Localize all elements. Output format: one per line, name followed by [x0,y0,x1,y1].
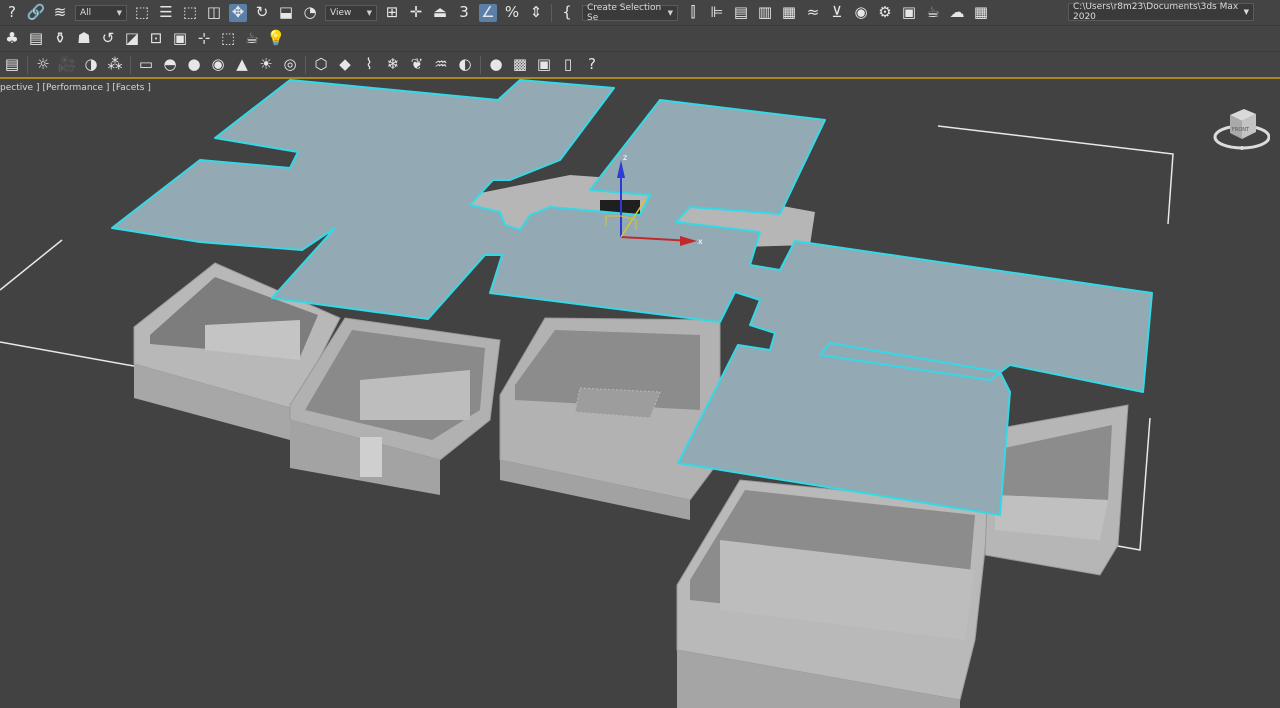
pivot-point-center-icon[interactable]: ⊞ [383,4,401,22]
render-production-icon[interactable]: ☕ [924,4,942,22]
teapot-icon[interactable]: ☕ [243,30,261,48]
rendered-frame-window-icon[interactable]: ▣ [900,4,918,22]
project-folder-field[interactable]: C:\Users\r8m23\Documents\3ds Max 2020 ▼ [1068,2,1254,22]
hair-icon[interactable]: ♒ [432,56,450,74]
decal-icon[interactable]: ◆ [336,56,354,74]
selection-filter-dropdown[interactable]: All ▼ [75,4,127,21]
viewcube-face-label: FRONT [1232,127,1250,133]
bin-icon[interactable]: ⚱ [51,30,69,48]
secondary-toolbar: ♣ ▤ ⚱ ☗ ↺ ◪ ⊡ ▣ ⊹ ⬚ ☕ 💡 [0,25,1280,51]
select-and-scale-icon[interactable]: ⬓ [277,4,295,22]
toolbar-separator [480,55,481,74]
volume-icon[interactable]: ❄ [384,56,402,74]
viewport-shading-label[interactable]: [Facets ] [112,83,150,93]
select-manipulate-icon[interactable]: ✛ [407,4,425,22]
select-by-name-icon[interactable]: ☰ [157,4,175,22]
frame-icon[interactable]: ⊡ [147,30,165,48]
sphere-icon[interactable]: ● [185,56,203,74]
contour-icon[interactable]: ◪ [123,30,141,48]
viewcube-icon[interactable]: FRONT [1212,101,1270,157]
bulb-icon[interactable]: 💡 [267,30,286,48]
bind-space-warp-icon[interactable]: ≋ [51,4,69,22]
edit-named-selection-icon[interactable]: { [558,4,576,22]
material-lib-icon[interactable]: ▩ [511,56,529,74]
help-icon[interactable]: ? [583,56,601,74]
plane-light-icon[interactable]: ▭ [137,56,155,74]
viewport-label-menu[interactable]: pective ] [Performance ] [Facets ] [0,83,154,93]
grass-icon[interactable]: ❦ [408,56,426,74]
select-object-icon[interactable]: ⬚ [133,4,151,22]
schematic-view-icon[interactable]: ⊻ [828,4,846,22]
particle-icon[interactable]: ⁂ [106,56,124,74]
scene-converter-icon[interactable]: ▯ [559,56,577,74]
toolbar-separator [27,55,28,74]
angle-snap-icon[interactable]: ∠ [479,3,497,22]
mirror-icon[interactable]: ⫿ [684,4,702,22]
gizmo-z-label: z [623,153,627,162]
material-editor-icon[interactable]: ◉ [852,4,870,22]
frame-buffer-icon[interactable]: ▣ [535,56,553,74]
percent-snap-icon[interactable]: % [503,4,521,22]
dome-light-icon[interactable]: ◓ [161,56,179,74]
proxy-icon[interactable]: ⬡ [312,56,330,74]
light-icon[interactable]: ☗ [75,30,93,48]
toolbar-separator [305,55,306,74]
keyboard-shortcut-override-icon[interactable]: ⏏ [431,4,449,22]
curve-editor-icon[interactable]: ≈ [804,4,822,22]
reset-icon[interactable]: ↺ [99,30,117,48]
render-setup-icon[interactable]: ⚙ [876,4,894,22]
toggle-scene-explorer-icon[interactable]: ▤ [732,4,750,22]
omni-light-icon[interactable]: ☼ [34,56,52,74]
toolbar-separator [551,3,552,22]
spinner-snap-icon[interactable]: ⇕ [527,4,545,22]
reference-coordinate-dropdown[interactable]: View ▼ [325,4,377,21]
render-in-cloud-icon[interactable]: ☁ [948,4,966,22]
align-icon[interactable]: ⊫ [708,4,726,22]
scene-render: z x [0,79,1174,708]
link-icon[interactable]: 🔗 [27,4,46,22]
cone-light-icon[interactable]: ▲ [233,56,251,74]
select-and-rotate-icon[interactable]: ↻ [253,4,271,22]
material-sphere-icon[interactable]: ● [487,56,505,74]
toolbar-separator [130,55,131,74]
window-crossing-icon[interactable]: ◫ [205,4,223,22]
ambient-light-icon[interactable]: ◎ [281,56,299,74]
toggle-layer-explorer-icon[interactable]: ▥ [756,4,774,22]
bracket-icon[interactable]: ⬚ [219,30,237,48]
clipper-icon[interactable]: ◐ [456,56,474,74]
ribbon-icon[interactable]: ▦ [780,4,798,22]
tree-icon[interactable]: ♣ [3,30,21,48]
camera-icon[interactable]: 🎥 [58,56,77,74]
layer-icon[interactable]: ▤ [3,56,21,74]
perspective-viewport[interactable]: z x pective ] [Performance ] [Facets ] FRO… [0,79,1280,708]
rectangular-selection-icon[interactable]: ⬚ [181,4,199,22]
select-and-move-icon[interactable]: ✥ [229,3,247,22]
viewport-view-label[interactable]: pective ] [0,83,39,93]
viewport-mode-label[interactable]: [Performance ] [42,83,109,93]
list-icon[interactable]: ▤ [27,30,45,48]
plugin-icon[interactable]: ⊹ [195,30,213,48]
named-selection-sets-dropdown[interactable]: Create Selection Se ▼ [582,3,678,23]
tertiary-toolbar: ▤ ☼ 🎥 ◑ ⁂ ▭ ◓ ● ◉ ▲ ☀ ◎ ⬡ ◆ ⌇ ❄ ❦ ♒ ◐ ● … [0,51,1280,77]
bounding-line [0,239,63,291]
sun-icon[interactable]: ☀ [257,56,275,74]
select-and-place-icon[interactable]: ◔ [301,4,319,22]
snaps-toggle-icon[interactable]: 3 [455,4,473,22]
undo-icon[interactable]: ? [3,4,21,22]
ies-light-icon[interactable]: ◉ [209,56,227,74]
a360-gallery-icon[interactable]: ▦ [972,4,990,22]
object-paint-icon[interactable]: ▣ [171,30,189,48]
bounding-line [937,125,1174,225]
fur-icon[interactable]: ⌇ [360,56,378,74]
gizmo-x-label: x [698,237,703,246]
main-toolbar: ? 🔗 ≋ All ▼ ⬚ ☰ ⬚ ◫ ✥ ↻ ⬓ ◔ View ▼ ⊞ ✛ ⏏ 3… [0,0,1280,25]
sphere-light-icon[interactable]: ◑ [82,56,100,74]
